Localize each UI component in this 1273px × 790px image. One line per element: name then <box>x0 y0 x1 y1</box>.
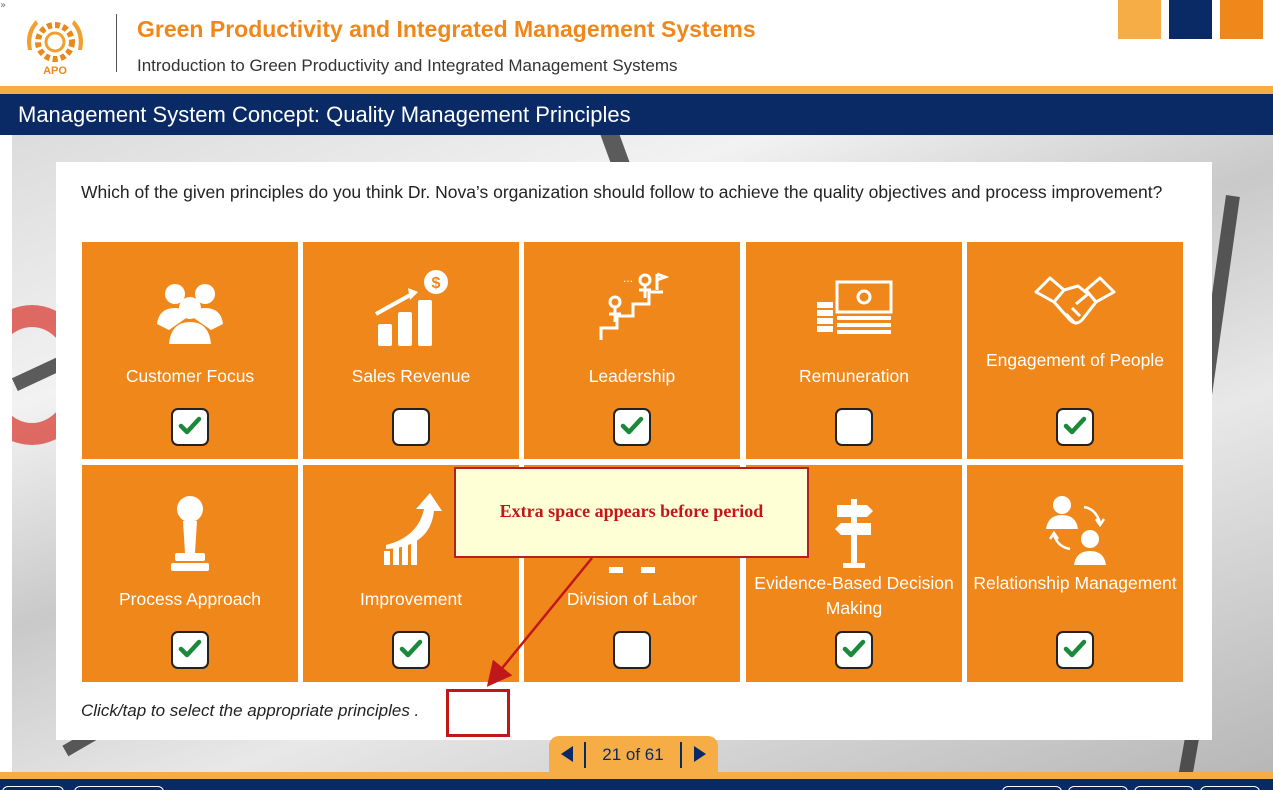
checkmark-icon <box>1063 639 1087 658</box>
checkbox-unchecked[interactable] <box>835 408 873 446</box>
course-subtitle: Introduction to Green Productivity and I… <box>137 56 678 75</box>
checkbox-checked[interactable] <box>835 631 873 669</box>
course-title: Green Productivity and Integrated Manage… <box>137 16 756 42</box>
footer-button[interactable] <box>1002 786 1062 790</box>
page-navigator: 21 of 61 <box>549 736 718 774</box>
annotation-callout: Extra space appears before period <box>454 467 809 558</box>
checkmark-icon <box>620 416 644 435</box>
header-divider <box>116 14 117 72</box>
tile-label: Customer Focus <box>125 366 255 386</box>
tile-sales-revenue[interactable]: $ Sales Revenue <box>303 242 519 459</box>
footer-rule <box>0 772 1273 779</box>
revenue-chart-icon: $ <box>303 264 519 354</box>
callout-text: Extra space appears before period <box>499 501 764 521</box>
chess-pawn-icon <box>82 487 298 577</box>
checkbox-checked[interactable] <box>613 408 651 446</box>
title-bar: Management System Concept: Quality Manag… <box>0 94 1273 135</box>
tile-customer-focus[interactable]: Customer Focus <box>82 242 298 459</box>
svg-text:APO: APO <box>43 65 67 77</box>
svg-text:...: ... <box>623 271 633 285</box>
pager-separator <box>584 742 586 768</box>
checkbox-checked[interactable] <box>171 631 209 669</box>
checkbox-unchecked[interactable] <box>613 631 651 669</box>
checkbox-checked[interactable] <box>1056 631 1094 669</box>
tile-label: Engagement of People <box>985 350 1165 370</box>
people-group-icon <box>82 264 298 354</box>
money-icon <box>746 264 962 354</box>
header-rule <box>0 86 1273 94</box>
tile-label: Remuneration <box>799 366 909 386</box>
checkbox-checked[interactable] <box>392 631 430 669</box>
page-counter: 21 of 61 <box>602 745 664 764</box>
instruction-text: Click/tap to select the appropriate prin… <box>81 701 420 720</box>
tile-label: Relationship Management <box>973 573 1177 593</box>
tile-label: Process Approach <box>118 589 262 609</box>
tile-engagement-of-people[interactable]: Engagement of People <box>967 242 1183 459</box>
footer-button[interactable] <box>1068 786 1128 790</box>
annotation-highlight-box <box>446 689 510 737</box>
checkmark-icon <box>842 639 866 658</box>
tile-label: Division of Labor <box>566 589 698 609</box>
svg-text:$: $ <box>432 275 441 292</box>
checkmark-icon <box>178 639 202 658</box>
checkmark-icon <box>399 639 423 658</box>
footer-button[interactable] <box>1134 786 1194 790</box>
checkbox-checked[interactable] <box>171 408 209 446</box>
tile-leadership[interactable]: ... Leadership <box>524 242 740 459</box>
checkbox-checked[interactable] <box>1056 408 1094 446</box>
footer-button[interactable] <box>74 786 164 790</box>
next-page-icon[interactable] <box>694 746 706 762</box>
handshake-icon <box>967 264 1183 354</box>
leadership-stairs-icon: ... <box>524 264 740 354</box>
footer-button[interactable] <box>1200 786 1260 790</box>
tile-label: Evidence-Based Decision Making <box>754 573 954 618</box>
checkmark-icon <box>178 416 202 435</box>
checkbox-unchecked[interactable] <box>392 408 430 446</box>
brand-square-navy <box>1169 0 1212 39</box>
pager-separator <box>680 742 682 768</box>
relationship-icon <box>967 487 1183 577</box>
tile-remuneration[interactable]: Remuneration <box>746 242 962 459</box>
header: » APO Green Productivity and Integrated … <box>0 0 1273 86</box>
tile-label: Improvement <box>359 589 463 609</box>
tile-label: Sales Revenue <box>351 366 471 386</box>
page-title: Management System Concept: Quality Manag… <box>18 102 631 127</box>
brand-square-orange <box>1220 0 1263 39</box>
tile-relationship-management[interactable]: Relationship Management <box>967 465 1183 682</box>
footer-button[interactable] <box>2 786 64 790</box>
apo-logo: APO <box>27 20 83 77</box>
checkmark-icon <box>1063 416 1087 435</box>
brand-square-light-orange <box>1118 0 1161 39</box>
tile-process-approach[interactable]: Process Approach <box>82 465 298 682</box>
tile-label: Leadership <box>588 366 676 386</box>
prev-page-icon[interactable] <box>561 746 573 762</box>
expand-icon[interactable]: » <box>0 0 6 11</box>
question-text: Which of the given principles do you thi… <box>81 182 1163 202</box>
